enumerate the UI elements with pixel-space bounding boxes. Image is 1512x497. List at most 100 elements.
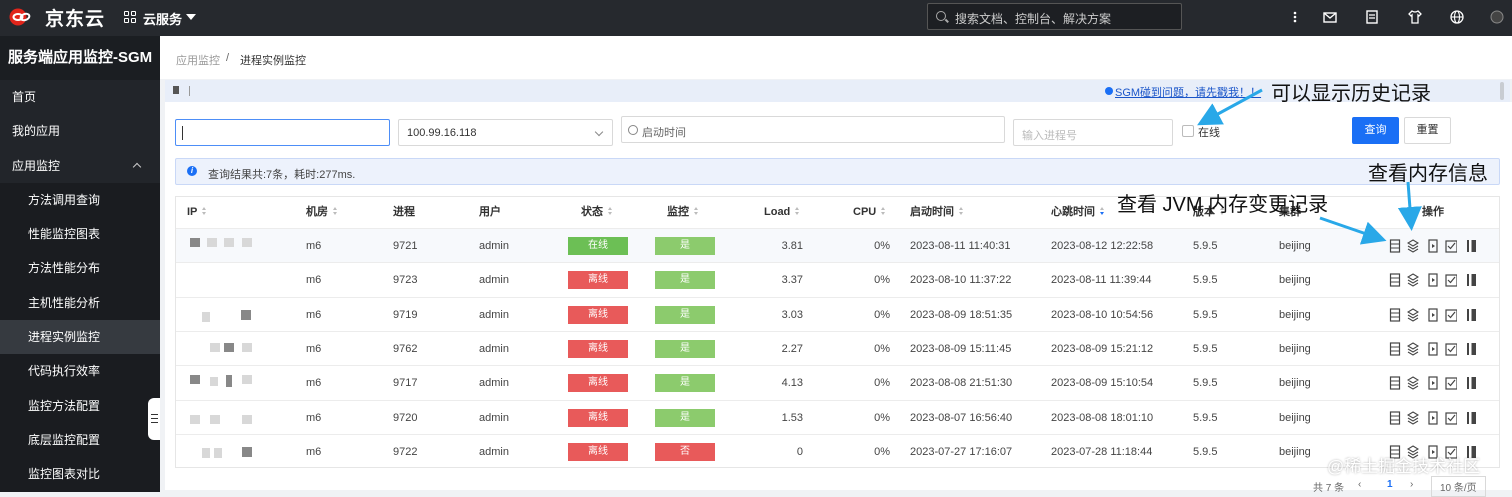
grid-menu-icon[interactable]: [124, 11, 136, 23]
sidebar-collapse-handle[interactable]: [148, 398, 160, 440]
caret-down-icon[interactable]: [186, 14, 196, 20]
bookmark-icon[interactable]: [1465, 411, 1477, 425]
page-size-select[interactable]: 10 条/页: [1431, 476, 1486, 497]
pagination-total: 共 7 条: [1313, 483, 1345, 494]
ip-input[interactable]: [175, 119, 390, 146]
sidebar-item-process-instance[interactable]: 进程实例监控: [0, 320, 160, 355]
sidebar-item-my-apps[interactable]: 我的应用: [0, 114, 160, 148]
col-start-time[interactable]: 启动时间: [910, 197, 964, 228]
sidebar-item-method-config[interactable]: 监控方法配置: [0, 388, 160, 423]
server-icon[interactable]: [1389, 239, 1401, 253]
globe-icon[interactable]: [1450, 10, 1464, 24]
next-page-icon[interactable]: ›: [1410, 479, 1413, 490]
sidebar-item-host-perf[interactable]: 主机性能分析: [0, 285, 160, 321]
server-icon[interactable]: [1389, 410, 1401, 425]
cell-heartbeat: 2023-08-10 10:54:56: [1051, 308, 1154, 321]
cell-heartbeat: 2023-07-28 11:18:44: [1051, 445, 1153, 458]
sidebar-item-chart-compare[interactable]: 监控图表对比: [0, 457, 160, 492]
layers-icon[interactable]: [1407, 239, 1419, 253]
sort-icon: [202, 207, 207, 216]
cloud-service-menu[interactable]: 云服务: [143, 9, 182, 28]
check-box-icon[interactable]: [1445, 376, 1457, 390]
col-heartbeat[interactable]: 心跳时间: [1051, 197, 1105, 228]
server-icon[interactable]: [1389, 376, 1401, 390]
redacted-ip: [190, 238, 200, 247]
pid-input[interactable]: 输入进程号: [1013, 119, 1173, 146]
sidebar-item-base-config[interactable]: 底层监控配置: [0, 422, 160, 458]
col-label: 状态: [581, 206, 603, 218]
table-row: m6 9720 admin 离线 是 1.53 0% 2023-08-07 16:56:40 2…: [176, 399, 1499, 434]
speaker-icon: [173, 86, 179, 94]
play-file-icon[interactable]: [1427, 410, 1439, 425]
bookmark-icon[interactable]: [1465, 376, 1477, 390]
server-icon[interactable]: [1389, 342, 1401, 356]
info-icon: i: [187, 166, 197, 176]
host-select[interactable]: 100.99.16.118: [398, 119, 613, 146]
col-room[interactable]: 机房: [306, 197, 338, 228]
cell-start-time: 2023-08-10 11:37:22: [910, 274, 1012, 287]
online-checkbox[interactable]: [1182, 125, 1194, 137]
document-icon[interactable]: [1365, 10, 1379, 24]
query-button[interactable]: 查询: [1352, 117, 1399, 144]
layers-icon[interactable]: [1407, 307, 1419, 322]
chevron-up-icon: [132, 162, 142, 171]
jdcloud-logo[interactable]: 京东云: [8, 6, 105, 30]
check-box-icon[interactable]: [1445, 239, 1457, 253]
avatar-icon[interactable]: [1490, 10, 1504, 24]
layers-icon[interactable]: [1407, 410, 1419, 425]
shirt-icon[interactable]: [1408, 10, 1422, 24]
cell-start-time: 2023-08-09 18:51:35: [910, 308, 1013, 321]
play-file-icon[interactable]: [1427, 376, 1439, 390]
sidebar-item-method-perf[interactable]: 方法性能分布: [0, 251, 160, 286]
status-badge: 离线: [568, 408, 628, 427]
play-file-icon[interactable]: [1427, 239, 1439, 253]
sidebar-item-label: 主机性能分析: [28, 295, 101, 310]
sidebar-item-app-monitoring[interactable]: 应用监控: [0, 149, 160, 183]
breadcrumb-parent[interactable]: 应用监控: [176, 52, 220, 68]
layers-icon[interactable]: [1407, 342, 1419, 356]
play-file-icon[interactable]: [1427, 342, 1439, 356]
bookmark-icon[interactable]: [1465, 239, 1477, 253]
watermark: @稀土掘金技术社区: [1327, 457, 1481, 476]
server-icon[interactable]: [1389, 273, 1401, 287]
more-icon[interactable]: [1288, 10, 1302, 24]
start-time-picker[interactable]: 启动时间: [621, 116, 1005, 143]
play-file-icon[interactable]: [1427, 273, 1439, 287]
reset-button[interactable]: 重置: [1404, 117, 1451, 144]
cell-room: m6: [306, 308, 322, 321]
check-box-icon[interactable]: [1445, 411, 1457, 425]
check-box-icon[interactable]: [1445, 308, 1457, 322]
col-load[interactable]: Load: [764, 197, 800, 228]
sidebar-item-label: 方法调用查询: [28, 192, 101, 207]
page-number[interactable]: 1: [1387, 479, 1393, 490]
col-monitor[interactable]: 监控: [667, 197, 699, 228]
cell-cpu: 0%: [874, 445, 890, 458]
check-box-icon[interactable]: [1445, 342, 1457, 356]
bookmark-icon[interactable]: [1465, 308, 1477, 322]
prev-page-icon[interactable]: ‹: [1358, 479, 1361, 490]
sidebar-item-label: 底层监控配置: [28, 432, 101, 447]
server-icon[interactable]: [1389, 307, 1401, 322]
col-status[interactable]: 状态: [581, 197, 613, 228]
col-cpu[interactable]: CPU: [853, 197, 886, 228]
online-label[interactable]: 在线: [1198, 124, 1220, 140]
sidebar-item-perf-charts[interactable]: 性能监控图表: [0, 217, 160, 252]
col-ip[interactable]: IP: [187, 197, 207, 228]
help-link[interactable]: SGM碰到问题，请先戳我！！: [1115, 84, 1261, 100]
cell-start-time: 2023-08-08 21:51:30: [910, 377, 1013, 390]
sidebar-item-code-efficiency[interactable]: 代码执行效率: [0, 354, 160, 389]
global-search-input[interactable]: 搜索文档、控制台、解决方案: [927, 3, 1182, 30]
bookmark-icon[interactable]: [1465, 342, 1477, 356]
layers-icon[interactable]: [1407, 273, 1419, 287]
cell-start-time: 2023-07-27 17:16:07: [910, 445, 1013, 458]
layers-icon[interactable]: [1407, 376, 1419, 390]
mail-icon[interactable]: [1323, 10, 1337, 24]
sidebar-item-home[interactable]: 首页: [0, 80, 160, 114]
check-box-icon[interactable]: [1445, 273, 1457, 287]
bookmark-icon[interactable]: [1465, 273, 1477, 287]
sidebar-item-method-call-query[interactable]: 方法调用查询: [0, 182, 160, 218]
status-badge: 离线: [568, 374, 628, 393]
sort-icon: [333, 207, 338, 216]
scrollbar[interactable]: [1500, 82, 1504, 100]
play-file-icon[interactable]: [1427, 307, 1439, 322]
